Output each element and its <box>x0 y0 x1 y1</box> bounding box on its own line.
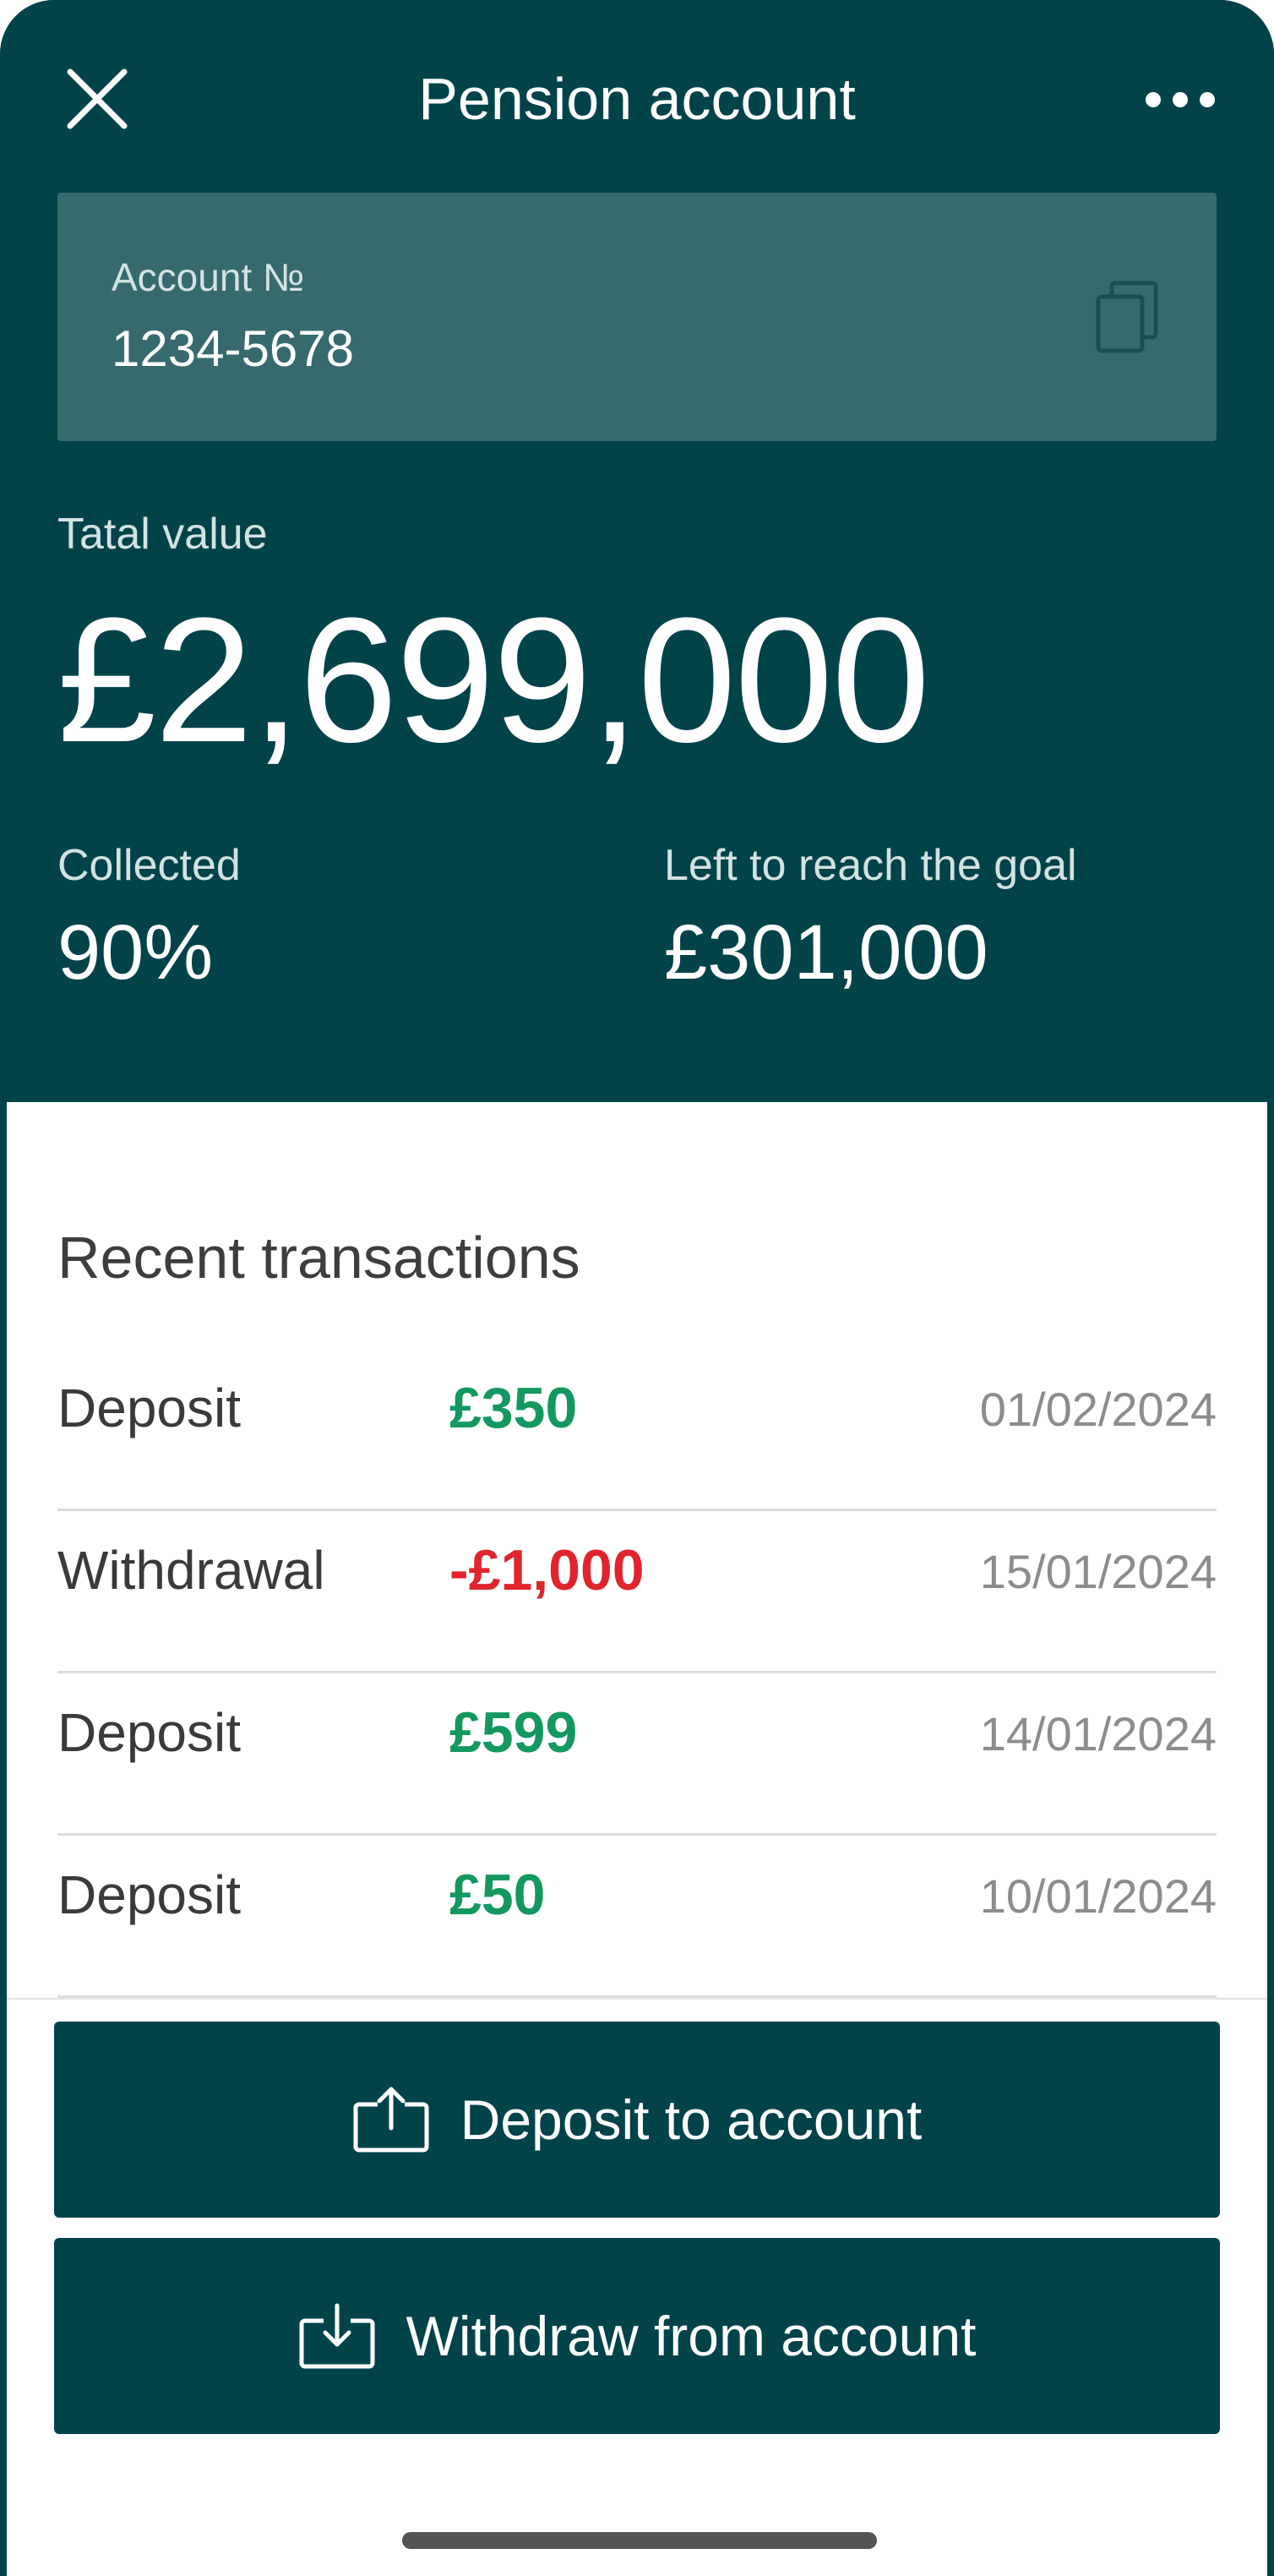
account-number-card: Account № 1234-5678 <box>57 193 1217 441</box>
transaction-type: Deposit <box>57 1702 241 1763</box>
copy-icon <box>1096 281 1158 353</box>
download-icon <box>298 2300 376 2371</box>
goal-remaining-value: £301,000 <box>664 909 988 996</box>
transaction-date: 01/02/2024 <box>979 1383 1217 1436</box>
transactions-panel: Recent transactions Deposit £350 01/02/2… <box>7 1102 1267 2576</box>
withdraw-button-label: Withdraw from account <box>406 2305 977 2367</box>
more-options-button[interactable] <box>1134 74 1227 125</box>
transaction-row[interactable]: Deposit £599 14/01/2024 <box>57 1675 1217 1836</box>
transaction-amount: £50 <box>449 1863 546 1927</box>
transaction-list: Deposit £350 01/02/2024 Withdrawal -£1,0… <box>57 1351 1217 2000</box>
transaction-row[interactable]: Deposit £350 01/02/2024 <box>57 1351 1217 1511</box>
total-value-label: Tatal value <box>57 510 268 559</box>
total-value-amount: £2,699,000 <box>57 581 930 779</box>
home-indicator[interactable] <box>402 2532 877 2549</box>
account-header: Pension account Account № 1234-5678 Tata… <box>0 0 1274 1102</box>
app-screen: Pension account Account № 1234-5678 Tata… <box>0 0 1274 2576</box>
transaction-type: Deposit <box>57 1378 241 1438</box>
goal-remaining-label: Left to reach the goal <box>664 841 1077 890</box>
upload-icon <box>352 2084 430 2155</box>
copy-account-number-button[interactable] <box>1085 276 1169 360</box>
deposit-button[interactable]: Deposit to account <box>54 2022 1220 2218</box>
withdraw-button[interactable]: Withdraw from account <box>54 2238 1220 2434</box>
transaction-type: Deposit <box>57 1864 241 1925</box>
page-title: Pension account <box>418 66 856 132</box>
transaction-row[interactable]: Withdrawal -£1,000 15/01/2024 <box>57 1513 1217 1673</box>
transaction-type: Withdrawal <box>57 1540 325 1601</box>
transaction-date: 15/01/2024 <box>979 1545 1217 1598</box>
transaction-date: 14/01/2024 <box>979 1707 1217 1760</box>
transaction-amount: -£1,000 <box>449 1538 645 1602</box>
deposit-button-label: Deposit to account <box>460 2088 923 2151</box>
collected-value: 90% <box>57 909 214 996</box>
transaction-row[interactable]: Deposit £50 10/01/2024 <box>57 1837 1217 1998</box>
collected-label: Collected <box>57 841 241 890</box>
account-number-value: 1234-5678 <box>112 320 354 377</box>
transaction-amount: £350 <box>449 1376 578 1440</box>
transaction-date: 10/01/2024 <box>979 1869 1217 1923</box>
action-bar-divider <box>7 1998 1267 2000</box>
more-horizontal-icon <box>1146 92 1215 107</box>
transaction-amount: £599 <box>449 1700 578 1765</box>
account-number-label: Account № <box>112 255 305 299</box>
recent-transactions-title: Recent transactions <box>57 1225 580 1291</box>
